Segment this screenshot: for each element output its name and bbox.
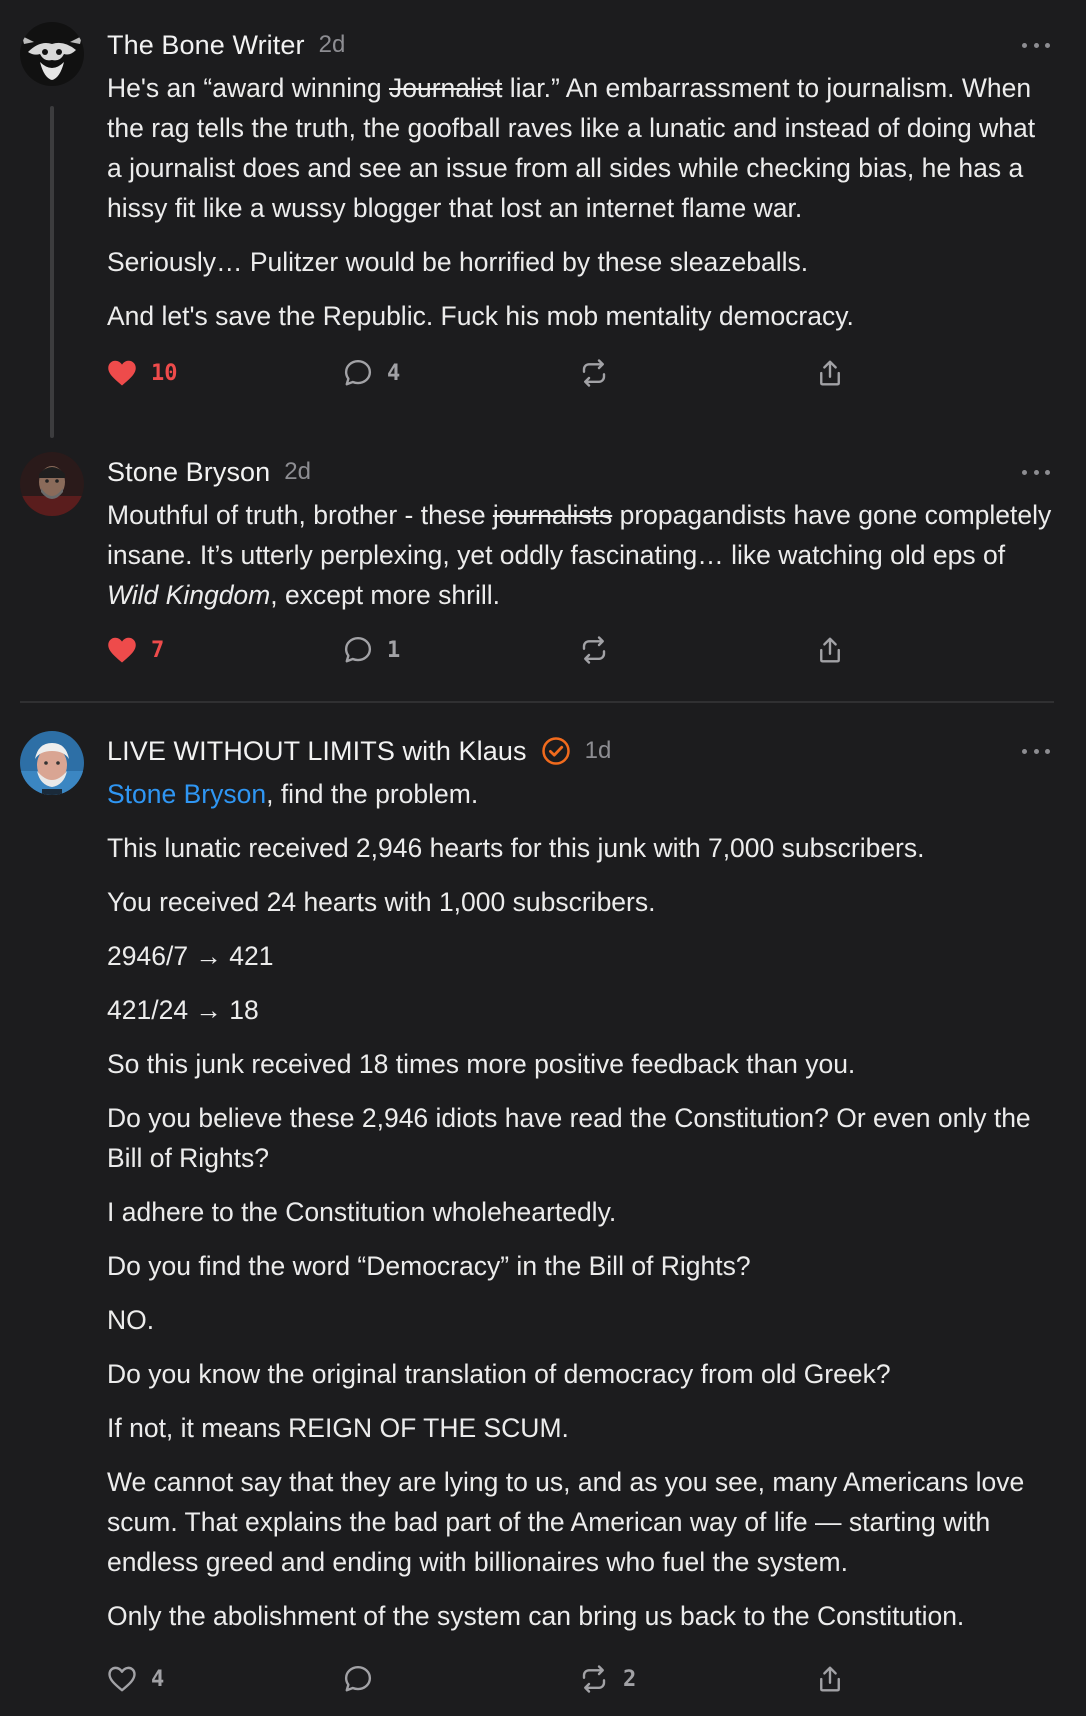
avatar[interactable]	[20, 22, 84, 86]
comment-body: Mouthful of truth, brother - these journ…	[107, 495, 1057, 615]
restack-icon	[582, 359, 606, 387]
comment-paragraph: Seriously… Pulitzer would be horrified b…	[107, 247, 809, 277]
reply-count: 4	[387, 360, 401, 386]
avatar[interactable]	[20, 731, 84, 795]
like-count: 10	[151, 360, 178, 386]
comment-body: He's an “award winning Journalist liar.”…	[107, 68, 1057, 336]
comment-actions: 4 2	[107, 1661, 887, 1697]
like-button[interactable]: 7	[107, 632, 164, 668]
timestamp[interactable]: 2d	[319, 31, 346, 59]
restack-button[interactable]: 2	[579, 1661, 636, 1697]
heart-icon	[108, 637, 136, 663]
share-button[interactable]	[815, 1661, 845, 1697]
divider	[20, 701, 1054, 703]
comment-paragraph: 2946/7 → 421	[107, 941, 274, 971]
reply-button[interactable]: 4	[343, 355, 400, 391]
share-icon	[820, 1666, 840, 1692]
share-button[interactable]	[815, 355, 845, 391]
mention-link[interactable]: Stone Bryson	[107, 779, 266, 809]
comment-paragraph: Do you know the original translation of …	[107, 1359, 891, 1389]
like-button[interactable]: 4	[107, 1661, 164, 1697]
author-name[interactable]: LIVE WITHOUT LIMITS with Klaus	[107, 736, 527, 767]
more-icon[interactable]	[1022, 467, 1050, 477]
restack-button[interactable]	[579, 632, 609, 668]
author-name[interactable]: The Bone Writer	[107, 30, 305, 61]
like-count: 7	[151, 637, 165, 663]
comment-paragraph: And let's save the Republic. Fuck his mo…	[107, 301, 854, 331]
comment-icon	[344, 1665, 372, 1692]
heart-icon	[108, 360, 136, 386]
comment-body: Stone Bryson, find the problem. This lun…	[107, 774, 1057, 1636]
like-button[interactable]: 10	[107, 355, 178, 391]
comment-actions: 10 4	[107, 355, 887, 391]
restack-button[interactable]	[579, 355, 609, 391]
share-icon	[820, 360, 840, 386]
comment-paragraph: Only the abolishment of the system can b…	[107, 1601, 965, 1631]
thread-line	[50, 106, 54, 438]
like-count: 4	[151, 1666, 165, 1692]
comment-paragraph: You received 24 hearts with 1,000 subscr…	[107, 887, 656, 917]
comment-header: Stone Bryson 2d	[107, 455, 311, 489]
restack-icon	[582, 636, 606, 664]
comment-paragraph: We cannot say that they are lying to us,…	[107, 1467, 1025, 1577]
comment-paragraph: So this junk received 18 times more posi…	[107, 1049, 856, 1079]
author-name[interactable]: Stone Bryson	[107, 457, 270, 488]
comment-paragraph: This lunatic received 2,946 hearts for t…	[107, 833, 925, 863]
comment-paragraph: Do you believe these 2,946 idiots have r…	[107, 1103, 1031, 1173]
comment-paragraph: If not, it means REIGN OF THE SCUM.	[107, 1413, 569, 1443]
comment-paragraph: NO.	[107, 1305, 155, 1335]
comment-icon	[344, 636, 372, 663]
restack-icon	[582, 1665, 606, 1693]
comment-paragraph: Stone Bryson, find the problem.	[107, 779, 479, 809]
more-icon[interactable]	[1022, 40, 1050, 50]
comment-paragraph: I adhere to the Constitution wholehearte…	[107, 1197, 617, 1227]
comment-icon	[344, 359, 372, 386]
heart-icon	[108, 1666, 136, 1692]
comment-paragraph: Do you find the word “Democracy” in the …	[107, 1251, 751, 1281]
comment-paragraph: Mouthful of truth, brother - these journ…	[107, 500, 1052, 610]
avatar[interactable]	[20, 452, 84, 516]
verified-icon	[541, 736, 571, 766]
comment-header: LIVE WITHOUT LIMITS with Klaus 1d	[107, 734, 611, 768]
reply-button[interactable]	[343, 1661, 373, 1697]
share-button[interactable]	[815, 632, 845, 668]
comment-paragraph: He's an “award winning Journalist liar.”…	[107, 73, 1036, 223]
comment-header: The Bone Writer 2d	[107, 28, 345, 62]
timestamp[interactable]: 1d	[585, 737, 612, 765]
restack-count: 2	[623, 1666, 637, 1692]
comment-actions: 7 1	[107, 632, 887, 668]
reply-count: 1	[387, 637, 401, 663]
share-icon	[820, 637, 840, 663]
timestamp[interactable]: 2d	[284, 458, 311, 486]
more-icon[interactable]	[1022, 746, 1050, 756]
reply-button[interactable]: 1	[343, 632, 400, 668]
comment-paragraph: 421/24 → 18	[107, 995, 259, 1025]
